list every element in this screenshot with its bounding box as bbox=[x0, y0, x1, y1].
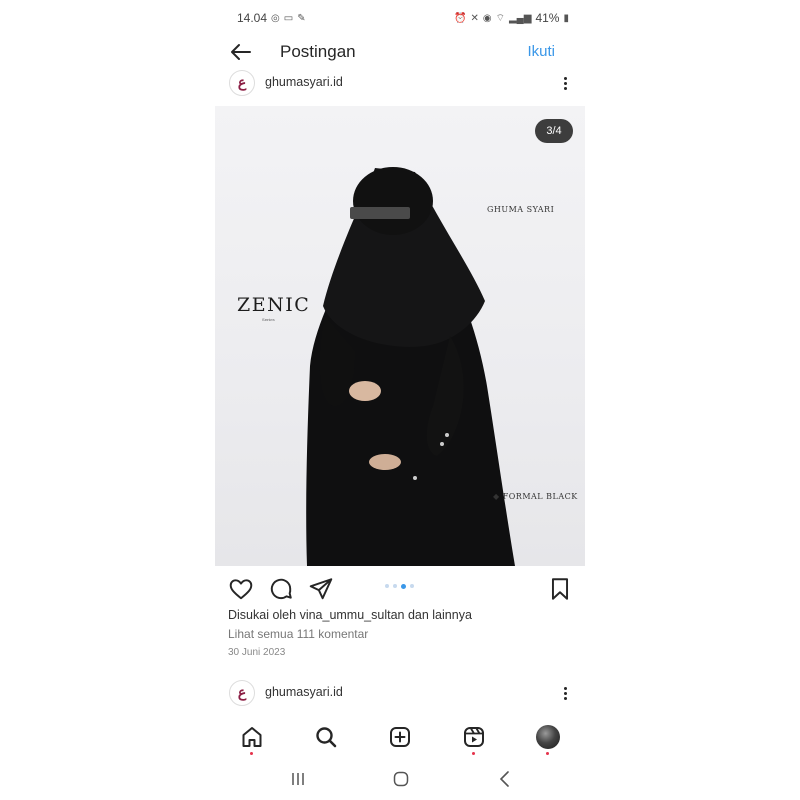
back-arrow-icon[interactable] bbox=[229, 40, 253, 64]
brand-text: GHUMA SYARI bbox=[487, 205, 555, 214]
follow-button[interactable]: Ikuti bbox=[527, 43, 555, 60]
recent-apps-icon[interactable] bbox=[286, 768, 310, 790]
signal-icon: ▂▄▆ bbox=[508, 12, 532, 24]
search-icon[interactable] bbox=[312, 723, 340, 751]
status-time: 14.04 bbox=[237, 11, 268, 25]
notification-dot bbox=[546, 752, 549, 755]
avatar[interactable]: ع bbox=[229, 70, 255, 96]
variant-label: ◆ FORMAL BLACK bbox=[493, 492, 578, 501]
likes-text[interactable]: Disukai oleh vina_ummu_sultan dan lainny… bbox=[228, 608, 472, 622]
post-username[interactable]: ghumasyari.id bbox=[265, 685, 343, 699]
profile-avatar bbox=[536, 725, 560, 749]
bottom-nav bbox=[215, 720, 585, 755]
carousel-indicator bbox=[385, 583, 414, 589]
app-header: Postingan Ikuti bbox=[215, 36, 585, 70]
whatsapp-icon: ◎ bbox=[271, 12, 280, 24]
home-system-icon[interactable] bbox=[389, 768, 413, 790]
home-icon[interactable] bbox=[238, 723, 266, 755]
mute-icon: ✕ bbox=[470, 12, 479, 24]
post-header: ع ghumasyari.id bbox=[229, 70, 571, 96]
message-icon: ▭ bbox=[283, 12, 294, 24]
more-options-icon[interactable] bbox=[559, 680, 571, 706]
status-right: ⏰ ✕ ◉ ⌔ ▂▄▆ 41% ▮ bbox=[454, 11, 569, 25]
carousel-dot bbox=[385, 584, 389, 588]
post-actions bbox=[215, 570, 585, 606]
like-heart-icon[interactable] bbox=[228, 576, 254, 602]
page-title: Postingan bbox=[280, 42, 356, 61]
brand-watermark: GHUMA SYARI bbox=[487, 205, 554, 214]
carousel-dot bbox=[393, 584, 397, 588]
post-date: 30 Juni 2023 bbox=[228, 647, 286, 658]
hotspot-icon: ◉ bbox=[482, 12, 492, 24]
save-bookmark-icon[interactable] bbox=[547, 576, 573, 602]
status-left: 14.04 ◎ ▭ ✎ bbox=[237, 11, 306, 25]
wifi-icon: ⌔ bbox=[495, 12, 505, 24]
post-username[interactable]: ghumasyari.id bbox=[265, 75, 343, 89]
profile-icon[interactable] bbox=[534, 723, 562, 755]
system-navigation bbox=[215, 766, 585, 792]
battery-level: 41% bbox=[535, 11, 560, 25]
next-post-header: ع ghumasyari.id bbox=[229, 680, 571, 706]
phone-screen: 14.04 ◎ ▭ ✎ ⏰ ✕ ◉ ⌔ ▂▄▆ 41% ▮ Postingan … bbox=[215, 0, 585, 800]
more-options-icon[interactable] bbox=[559, 70, 571, 96]
status-bar: 14.04 ◎ ▭ ✎ ⏰ ✕ ◉ ⌔ ▂▄▆ 41% ▮ bbox=[237, 8, 569, 28]
signature-icon: ✎ bbox=[297, 12, 306, 24]
share-send-icon[interactable] bbox=[308, 576, 334, 602]
avatar[interactable]: ع bbox=[229, 680, 255, 706]
reels-icon[interactable] bbox=[460, 723, 488, 755]
carousel-dot bbox=[410, 584, 414, 588]
carousel-dot-active bbox=[401, 583, 406, 589]
battery-icon: ▮ bbox=[563, 12, 569, 24]
back-system-icon[interactable] bbox=[493, 768, 517, 790]
notification-dot bbox=[250, 752, 253, 755]
collection-title: ZENIC bbox=[237, 294, 311, 316]
alarm-icon: ⏰ bbox=[454, 12, 467, 24]
collection-subtitle: Series bbox=[262, 317, 275, 322]
comment-icon[interactable] bbox=[268, 576, 294, 602]
post-image[interactable]: 3/4 GHUMA SYARI ZENIC Series ◆ FORMAL BL… bbox=[215, 106, 585, 566]
notification-dot bbox=[472, 752, 475, 755]
add-post-icon[interactable] bbox=[386, 723, 414, 751]
carousel-counter: 3/4 bbox=[535, 119, 573, 143]
view-comments-link[interactable]: Lihat semua 111 komentar bbox=[228, 627, 368, 641]
